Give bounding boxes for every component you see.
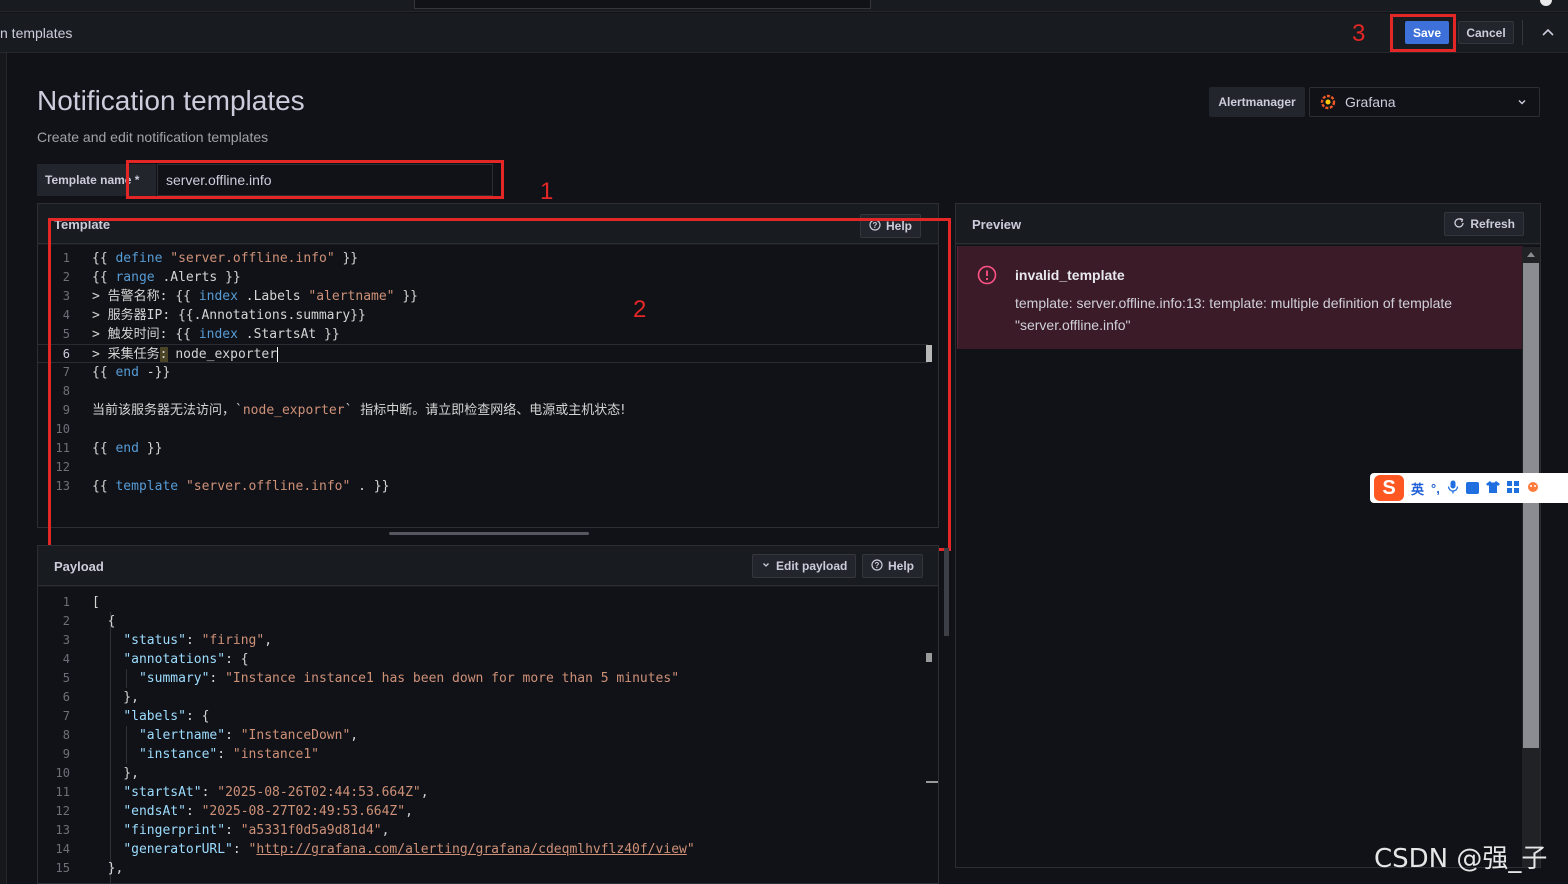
error-alert: invalid_template template: server.offlin… [957, 246, 1523, 349]
help-circle-icon: ? [871, 558, 883, 574]
error-title: invalid_template [1015, 267, 1125, 283]
refresh-icon [1453, 217, 1465, 232]
save-button[interactable]: Save [1405, 21, 1449, 44]
cancel-button[interactable]: Cancel [1458, 21, 1514, 44]
page-toolbar [0, 13, 1568, 53]
keyboard-icon[interactable] [1465, 482, 1479, 494]
annotation-number-1: 1 [540, 178, 554, 205]
top-search-bar[interactable] [414, 0, 871, 9]
alertmanager-label: Alertmanager [1209, 87, 1305, 117]
ime-mode[interactable]: 英 [1411, 479, 1424, 498]
mascot-icon[interactable] [1526, 481, 1540, 496]
annotation-box-name [126, 160, 504, 199]
payload-code-editor[interactable]: 1[ 2 { 3 "status": "firing", 4 "annotati… [38, 587, 938, 884]
collapse-icon[interactable] [1538, 22, 1558, 42]
annotation-number-2: 2 [633, 296, 647, 323]
apps-grid-icon[interactable] [1506, 480, 1519, 496]
preview-panel-title: Preview [972, 217, 1022, 232]
sogou-logo-icon: S [1374, 475, 1404, 501]
payload-scroll-marker [926, 781, 938, 783]
preview-panel-header: Preview Refresh [956, 204, 1540, 244]
edit-payload-label: Edit payload [776, 559, 848, 573]
payload-panel-header: Payload Edit payload ? Help [38, 546, 938, 586]
error-message: template: server.offline.info:13: templa… [1015, 295, 1453, 333]
scroll-up-icon[interactable] [1522, 247, 1540, 261]
grafana-logo-icon [1320, 94, 1336, 110]
breadcrumb[interactable]: n templates [0, 25, 72, 41]
ime-toolbar[interactable]: S 英 °, [1370, 473, 1568, 503]
refresh-label: Refresh [1470, 217, 1515, 231]
payload-help-label: Help [888, 559, 915, 573]
skin-shirt-icon[interactable] [1485, 480, 1500, 496]
scroll-thumb[interactable] [1523, 263, 1539, 748]
page-subtitle: Create and edit notification templates [37, 129, 269, 145]
toolbar-divider [1522, 20, 1523, 45]
ime-punct[interactable]: °, [1431, 481, 1440, 496]
payload-panel-title: Payload [54, 559, 104, 574]
preview-panel: Preview Refresh invalid_template templat… [955, 203, 1541, 868]
alertmanager-select[interactable]: Grafana [1309, 87, 1540, 117]
annotation-box-template [48, 218, 951, 551]
payload-help-button[interactable]: ? Help [862, 554, 924, 578]
refresh-button[interactable]: Refresh [1444, 212, 1524, 236]
alert-circle-icon [977, 265, 997, 288]
edit-payload-button[interactable]: Edit payload [752, 554, 857, 578]
page-title: Notification templates [37, 85, 305, 116]
payload-scroll-marker [926, 653, 932, 662]
microphone-icon[interactable] [1447, 480, 1459, 497]
csdn-watermark: CSDN @强_子 [1374, 844, 1548, 874]
chevron-down-icon [761, 559, 771, 573]
payload-panel: Payload Edit payload ? Help 1[ 2 { 3 "st… [37, 545, 939, 884]
alertmanager-selected: Grafana [1345, 94, 1396, 110]
svg-text:?: ? [875, 561, 880, 570]
chevron-down-icon [1515, 95, 1529, 112]
preview-scrollbar[interactable] [1522, 247, 1540, 867]
annotation-number-3: 3 [1352, 20, 1366, 47]
side-rail [0, 53, 7, 884]
page-scrollbar[interactable] [944, 548, 949, 636]
